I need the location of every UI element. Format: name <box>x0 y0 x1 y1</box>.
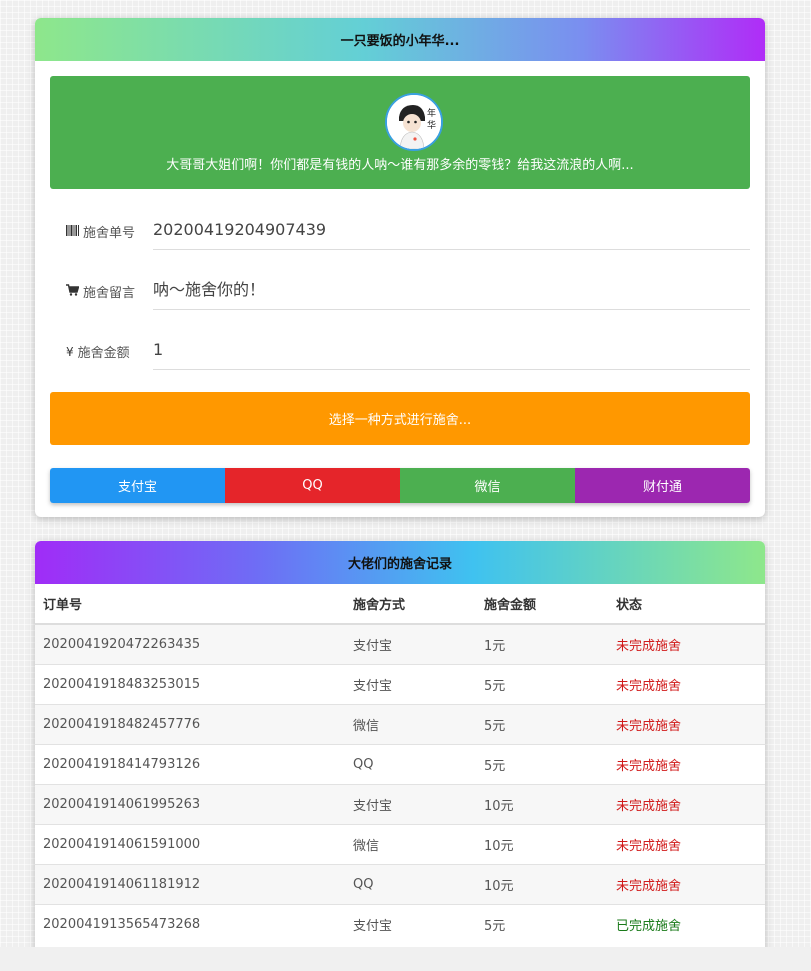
amount-cell: 10元 <box>476 823 608 864</box>
amount-cell: 1元 <box>476 623 608 664</box>
col-amount: 施舍金额 <box>476 584 608 625</box>
amount-cell: 5元 <box>476 743 608 784</box>
table-row: 2020041918483253015 支付宝 5元 未完成施舍 <box>35 663 765 704</box>
payment-method-buttons: 支付宝 QQ 微信 财付通 <box>50 468 750 503</box>
status-cell: 未完成施舍 <box>608 743 765 784</box>
amount-cell: 5元 <box>476 663 608 704</box>
method-cell: 支付宝 <box>345 783 476 824</box>
order-number-cell: 2020041918414793126 <box>35 743 345 784</box>
status-cell: 未完成施舍 <box>608 823 765 864</box>
message-input[interactable]: 呐～施舍你的！ <box>153 272 750 310</box>
order-label: 施舍单号 <box>83 226 136 241</box>
donation-card: 一只要饭的小年华... 年 华 大哥哥大姐们啊！你们都是有钱的人呐～谁有那多余的… <box>35 18 765 517</box>
donation-card-title: 一只要饭的小年华... <box>35 18 765 61</box>
method-cell: QQ <box>345 743 476 784</box>
yen-icon: ¥ <box>66 344 74 359</box>
amount-input[interactable]: 1 <box>153 332 750 370</box>
table-header-row: 订单号 施舍方式 施舍金额 状态 <box>35 584 765 625</box>
alipay-button[interactable]: 支付宝 <box>50 468 225 503</box>
avatar-char-1: 年 <box>427 107 436 119</box>
status-cell: 已完成施舍 <box>608 903 765 944</box>
method-cell: 支付宝 <box>345 903 476 944</box>
records-card: 大佬们的施舍记录 订单号 施舍方式 施舍金额 状态 20200419204722… <box>35 541 765 971</box>
status-cell: 未完成施舍 <box>608 703 765 744</box>
method-cell: 支付宝 <box>345 663 476 704</box>
avatar-char-2: 华 <box>427 119 436 131</box>
records-title: 大佬们的施舍记录 <box>35 541 765 584</box>
barcode-icon <box>66 224 79 239</box>
records-table: 订单号 施舍方式 施舍金额 状态 2020041920472263435 支付宝… <box>35 584 765 944</box>
status-cell: 未完成施舍 <box>608 863 765 904</box>
method-cell: 支付宝 <box>345 623 476 664</box>
message-label: 施舍留言 <box>83 286 136 301</box>
order-number-cell: 2020041914061181912 <box>35 863 345 904</box>
amount-cell: 10元 <box>476 783 608 824</box>
tenpay-button[interactable]: 财付通 <box>575 468 750 503</box>
order-number-cell: 2020041914061995263 <box>35 783 345 824</box>
table-row: 2020041920472263435 支付宝 1元 未完成施舍 <box>35 623 765 664</box>
method-cell: 微信 <box>345 823 476 864</box>
qq-pay-button[interactable]: QQ <box>225 468 400 503</box>
col-status: 状态 <box>608 584 765 625</box>
order-number-cell: 2020041918483253015 <box>35 663 345 704</box>
method-cell: 微信 <box>345 703 476 744</box>
amount-cell: 5元 <box>476 903 608 944</box>
order-number-cell: 2020041920472263435 <box>35 623 345 664</box>
order-number-cell: 2020041914061591000 <box>35 823 345 864</box>
table-row: 2020041918482457776 微信 5元 未完成施舍 <box>35 703 765 744</box>
table-row: 2020041913565473268 支付宝 5元 已完成施舍 <box>35 903 765 944</box>
avatar: 年 华 <box>385 93 443 151</box>
page-bottom <box>0 947 811 971</box>
message-field: 施舍留言 呐～施舍你的！ <box>50 272 750 310</box>
amount-field: ¥ 施舍金额 1 <box>50 332 750 370</box>
col-order-number: 订单号 <box>35 584 345 625</box>
cart-icon <box>66 284 80 299</box>
beggar-message: 大哥哥大姐们啊！你们都是有钱的人呐～谁有那多余的零钱？给我这流浪的人啊... <box>166 158 634 173</box>
amount-label: 施舍金额 <box>77 346 130 361</box>
col-method: 施舍方式 <box>345 584 476 625</box>
table-row: 2020041914061995263 支付宝 10元 未完成施舍 <box>35 783 765 824</box>
status-cell: 未完成施舍 <box>608 783 765 824</box>
table-row: 2020041918414793126 QQ 5元 未完成施舍 <box>35 743 765 784</box>
amount-cell: 10元 <box>476 863 608 904</box>
beggar-banner: 年 华 大哥哥大姐们啊！你们都是有钱的人呐～谁有那多余的零钱？给我这流浪的人啊.… <box>50 76 750 189</box>
order-number-input[interactable]: 20200419204907439 <box>153 212 750 250</box>
amount-cell: 5元 <box>476 703 608 744</box>
status-cell: 未完成施舍 <box>608 623 765 664</box>
wechat-pay-button[interactable]: 微信 <box>400 468 575 503</box>
method-cell: QQ <box>345 863 476 904</box>
order-number-cell: 2020041913565473268 <box>35 903 345 944</box>
order-number-cell: 2020041918482457776 <box>35 703 345 744</box>
table-row: 2020041914061591000 微信 10元 未完成施舍 <box>35 823 765 864</box>
order-field: 施舍单号 20200419204907439 <box>50 212 750 250</box>
status-cell: 未完成施舍 <box>608 663 765 704</box>
table-row: 2020041914061181912 QQ 10元 未完成施舍 <box>35 863 765 904</box>
choose-method-bar: 选择一种方式进行施舍... <box>50 392 750 445</box>
